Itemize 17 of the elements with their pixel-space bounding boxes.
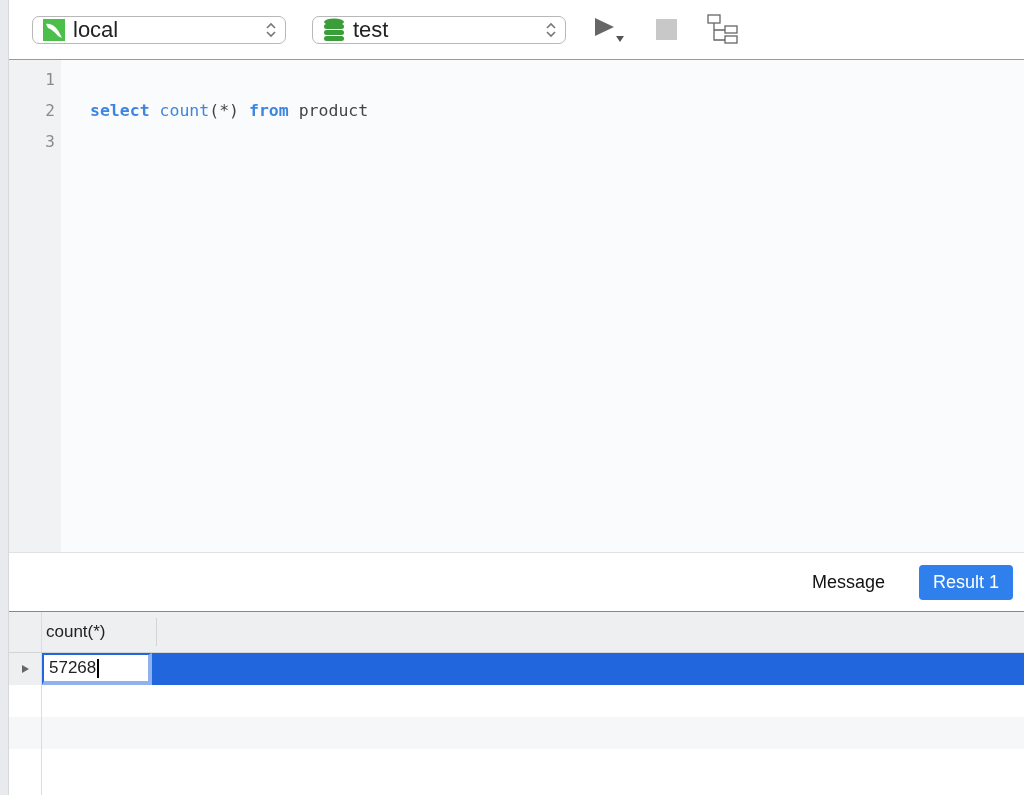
explain-tree-icon[interactable] xyxy=(707,13,739,46)
row-pointer-icon xyxy=(21,665,29,673)
table-cell[interactable]: 57268 xyxy=(42,653,152,685)
chevron-updown-icon xyxy=(545,20,557,39)
line-number: 3 xyxy=(44,131,56,153)
run-icon[interactable] xyxy=(592,15,626,44)
column-header[interactable]: count(*) xyxy=(42,618,157,646)
database-icon xyxy=(323,17,345,42)
connection-select[interactable]: local xyxy=(32,15,286,44)
database-select[interactable]: test xyxy=(312,15,566,44)
result-tab[interactable]: Result 1 xyxy=(918,564,1013,600)
result-tab[interactable]: Message xyxy=(797,564,899,600)
table-row[interactable]: 57268 xyxy=(42,653,1024,685)
code-line: select count(*) from product xyxy=(90,101,369,120)
line-number: 1 xyxy=(44,69,56,91)
line-number: 2 xyxy=(44,100,56,122)
chevron-updown-icon xyxy=(265,20,277,39)
